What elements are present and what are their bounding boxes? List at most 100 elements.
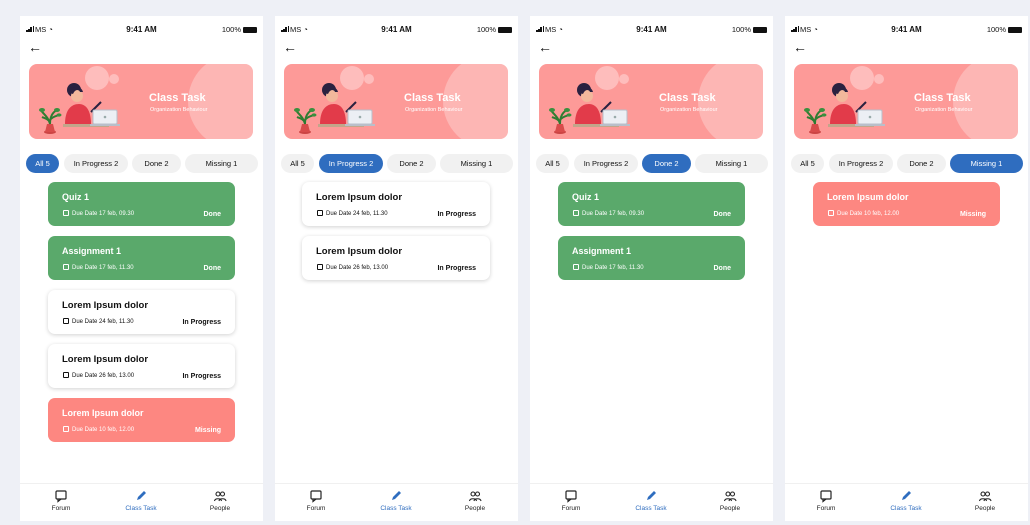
people-icon — [213, 491, 227, 502]
battery-indicator: 100% — [987, 25, 1022, 34]
tab-missing[interactable]: Missing 1 — [695, 154, 768, 173]
people-icon — [723, 491, 737, 502]
nav-forum[interactable]: Forum — [796, 489, 856, 512]
task-card[interactable]: Lorem Ipsum dolor Due Date 10 feb, 12.00… — [48, 398, 235, 442]
nav-people[interactable]: People — [445, 489, 505, 512]
nav-people-label: People — [464, 505, 486, 512]
class-banner: Class Task Organization Behaviour — [29, 64, 253, 139]
task-status: Done — [713, 265, 732, 272]
filter-tabs: All 5 In Progress 2 Done 2 Missing 1 — [791, 154, 1023, 174]
task-due: Due Date 17 feb, 09.30 — [63, 210, 134, 217]
task-due: Due Date 24 feb, 11.30 — [317, 210, 388, 217]
tab-in-progress[interactable]: In Progress 2 — [574, 154, 638, 173]
task-card[interactable]: Lorem Ipsum dolor Due Date 10 feb, 12.00… — [813, 182, 1000, 226]
back-arrow-icon[interactable]: ← — [283, 40, 297, 54]
nav-class-task[interactable]: Class Task — [621, 489, 681, 512]
task-title: Lorem Ipsum dolor — [62, 300, 149, 311]
nav-people[interactable]: People — [955, 489, 1015, 512]
bottom-nav: Forum Class Task People — [275, 483, 518, 521]
people-icon — [978, 491, 992, 502]
nav-forum-label: Forum — [561, 505, 581, 512]
task-due-text: Due Date 17 feb, 09.30 — [582, 211, 645, 217]
tab-all[interactable]: All 5 — [281, 154, 314, 173]
task-title: Assignment 1 — [572, 246, 632, 256]
task-status: Done — [203, 211, 222, 218]
tab-all[interactable]: All 5 — [536, 154, 569, 173]
battery-indicator: 100% — [477, 25, 512, 34]
class-banner: Class Task Organization Behaviour — [794, 64, 1018, 139]
pencil-icon — [902, 491, 911, 500]
back-arrow-icon[interactable]: ← — [538, 40, 552, 54]
task-title: Lorem Ipsum dolor — [316, 246, 403, 257]
tab-in-progress[interactable]: In Progress 2 — [319, 154, 383, 173]
banner-subtitle: Organization Behaviour — [405, 107, 463, 113]
status-bar: MS ◔ 9:41 AM 100% — [275, 25, 518, 37]
battery-level: 100% — [986, 25, 1006, 34]
task-title: Lorem Ipsum dolor — [316, 192, 403, 203]
task-due-text: Due Date 10 feb, 12.00 — [837, 211, 900, 217]
nav-class-task-label: Class Task — [890, 505, 922, 512]
task-status: Missing — [194, 427, 221, 434]
tab-in-progress[interactable]: In Progress 2 — [829, 154, 893, 173]
nav-forum-label: Forum — [306, 505, 326, 512]
task-due-text: Due Date 24 feb, 11.30 — [72, 319, 134, 325]
pencil-icon — [137, 491, 146, 500]
battery-level: 100% — [221, 25, 241, 34]
banner-subtitle: Organization Behaviour — [660, 107, 718, 113]
student-laptop-illustration — [294, 83, 375, 134]
task-card[interactable]: Lorem Ipsum dolor Due Date 26 feb, 13.00… — [48, 344, 235, 388]
tab-in-progress[interactable]: In Progress 2 — [64, 154, 128, 173]
calendar-icon — [63, 318, 69, 324]
task-due-text: Due Date 26 feb, 13.00 — [326, 265, 389, 271]
task-card[interactable]: Lorem Ipsum dolor Due Date 24 feb, 11.30… — [302, 182, 490, 226]
tab-all[interactable]: All 5 — [26, 154, 59, 173]
nav-class-task-label: Class Task — [635, 505, 667, 512]
task-card[interactable]: Assignment 1 Due Date 17 feb, 11.30 Done — [48, 236, 235, 280]
calendar-icon — [573, 264, 579, 270]
nav-people[interactable]: People — [700, 489, 760, 512]
tab-done[interactable]: Done 2 — [387, 154, 436, 173]
task-card[interactable]: Quiz 1 Due Date 17 feb, 09.30 Done — [48, 182, 235, 226]
task-title: Lorem Ipsum dolor — [62, 408, 144, 418]
calendar-icon — [317, 264, 323, 270]
calendar-icon — [63, 426, 69, 432]
calendar-icon — [63, 264, 69, 270]
nav-class-task[interactable]: Class Task — [366, 489, 426, 512]
tab-missing[interactable]: Missing 1 — [950, 154, 1023, 173]
task-due: Due Date 26 feb, 13.00 — [317, 264, 388, 271]
nav-forum[interactable]: Forum — [286, 489, 346, 512]
nav-people-label: People — [209, 505, 231, 512]
calendar-icon — [63, 372, 69, 378]
task-title: Quiz 1 — [62, 192, 90, 202]
nav-class-task[interactable]: Class Task — [876, 489, 936, 512]
task-due-text: Due Date 26 feb, 13.00 — [72, 373, 135, 379]
tab-all[interactable]: All 5 — [791, 154, 824, 173]
back-arrow-icon[interactable]: ← — [28, 40, 42, 54]
bottom-nav: Forum Class Task People — [20, 483, 263, 521]
nav-class-task[interactable]: Class Task — [111, 489, 171, 512]
back-arrow-icon[interactable]: ← — [793, 40, 807, 54]
pencil-icon — [392, 491, 401, 500]
nav-people[interactable]: People — [190, 489, 250, 512]
nav-forum[interactable]: Forum — [31, 489, 91, 512]
task-card[interactable]: Lorem Ipsum dolor Due Date 26 feb, 13.00… — [302, 236, 490, 280]
people-icon — [468, 491, 482, 502]
tab-done[interactable]: Done 2 — [897, 154, 946, 173]
calendar-icon — [573, 210, 579, 216]
task-due-text: Due Date 17 feb, 09.30 — [72, 211, 135, 217]
task-status: Done — [713, 211, 732, 218]
task-card[interactable]: Assignment 1 Due Date 17 feb, 11.30 Done — [558, 236, 745, 280]
banner-subtitle: Organization Behaviour — [915, 107, 973, 113]
nav-class-task-label: Class Task — [125, 505, 157, 512]
bottom-nav: Forum Class Task People — [530, 483, 773, 521]
nav-forum[interactable]: Forum — [541, 489, 601, 512]
tab-missing[interactable]: Missing 1 — [185, 154, 258, 173]
tab-done[interactable]: Done 2 — [132, 154, 181, 173]
tab-missing[interactable]: Missing 1 — [440, 154, 513, 173]
phone-screen-4: MS ◔ 9:41 AM 100% ← Class Task Organizat… — [785, 16, 1028, 521]
tab-done[interactable]: Done 2 — [642, 154, 691, 173]
filter-tabs: All 5 In Progress 2 Done 2 Missing 1 — [536, 154, 768, 174]
task-status: In Progress — [182, 373, 221, 380]
task-card[interactable]: Quiz 1 Due Date 17 feb, 09.30 Done — [558, 182, 745, 226]
task-card[interactable]: Lorem Ipsum dolor Due Date 24 feb, 11.30… — [48, 290, 235, 334]
